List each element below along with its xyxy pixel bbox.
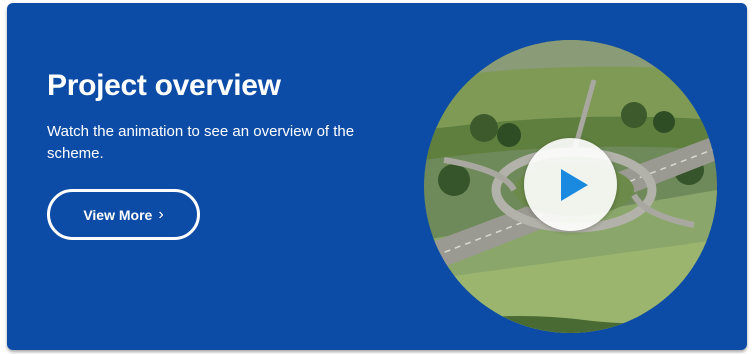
- project-overview-card: Project overview Watch the animation to …: [7, 3, 747, 350]
- play-icon: [561, 168, 588, 201]
- view-more-button[interactable]: View More ›: [47, 189, 200, 240]
- video-thumbnail[interactable]: [424, 40, 717, 333]
- chevron-right-icon: ›: [158, 205, 164, 223]
- panel-description: Watch the animation to see an overview o…: [47, 123, 355, 162]
- panel-title: Project overview: [47, 69, 281, 102]
- view-more-label: View More: [83, 206, 153, 223]
- play-button[interactable]: [524, 138, 617, 231]
